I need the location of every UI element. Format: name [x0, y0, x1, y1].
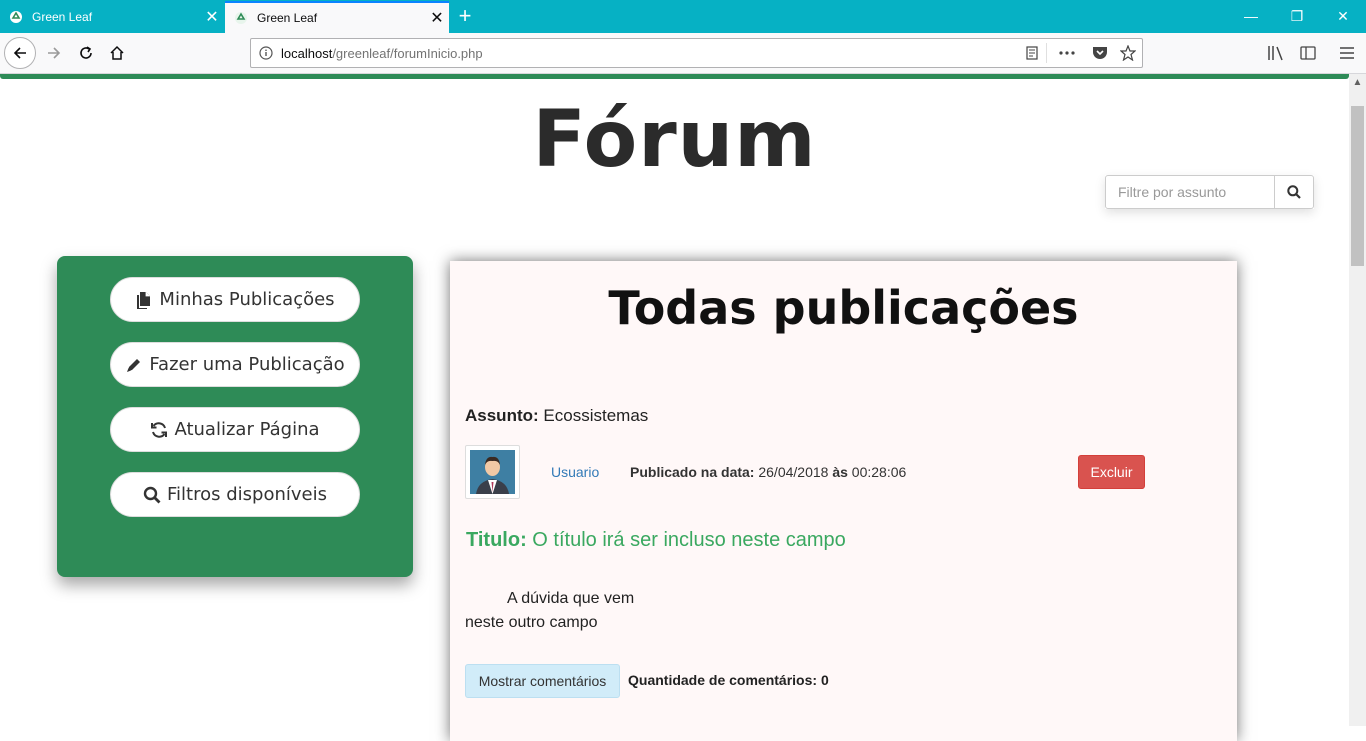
publications-heading: Todas publicações: [608, 281, 1079, 335]
scroll-thumb[interactable]: [1351, 106, 1364, 266]
publish-time-value: 00:28:06: [851, 464, 907, 480]
address-bar[interactable]: localhost/greenleaf/forumInicio.php: [250, 38, 1143, 68]
page-title: Fórum: [532, 95, 817, 185]
hamburger-menu-icon[interactable]: [1335, 41, 1359, 65]
forward-arrow-icon[interactable]: [38, 37, 70, 69]
my-publications-label: Minhas Publicações: [159, 289, 335, 310]
user-avatar: [465, 445, 520, 499]
scroll-up-arrow-icon[interactable]: ▲: [1349, 74, 1366, 91]
search-icon: [1287, 185, 1301, 199]
comments-count-value: 0: [820, 672, 829, 688]
tab-bar: Green Leaf ✕ Green Leaf ✕ + — ❐ ✕: [0, 0, 1366, 33]
tab-close-icon[interactable]: ✕: [425, 8, 449, 28]
subject-label: Assunto:: [465, 406, 539, 425]
post-body-line-1: A dúvida que vem: [507, 590, 635, 607]
recycle-favicon-icon: [8, 9, 24, 25]
url-text[interactable]: localhost/greenleaf/forumInicio.php: [281, 46, 1018, 61]
new-publication-label: Fazer uma Publicação: [149, 354, 345, 375]
publications-panel: Todas publicações Assunto: Ecossistemas …: [450, 261, 1237, 741]
subject-filter-input[interactable]: [1105, 175, 1275, 209]
bookmark-star-icon[interactable]: [1114, 45, 1142, 61]
available-filters-label: Filtros disponíveis: [167, 484, 327, 505]
new-tab-plus-icon[interactable]: +: [452, 4, 478, 30]
minimize-icon[interactable]: —: [1228, 0, 1274, 33]
new-publication-button[interactable]: Fazer uma Publicação: [110, 342, 360, 387]
tab-green-leaf-1[interactable]: Green Leaf ✕: [0, 0, 224, 33]
published-label: Publicado na data:: [630, 464, 755, 480]
file-icon: [137, 291, 151, 309]
reader-view-icon[interactable]: [1018, 46, 1046, 60]
site-info-icon[interactable]: [251, 46, 281, 60]
refresh-icon: [151, 421, 168, 438]
comments-count-label: Quantidade de comentários:: [628, 672, 818, 688]
user-avatar-image: [470, 450, 515, 494]
restore-icon[interactable]: ❐: [1274, 0, 1320, 33]
post-author-link[interactable]: Usuario: [551, 464, 599, 480]
title-label: Titulo:: [466, 529, 527, 551]
delete-post-button[interactable]: Excluir: [1078, 455, 1145, 489]
recycle-favicon-icon: [233, 10, 249, 26]
tab-label: Green Leaf: [32, 9, 93, 24]
subject-value: Ecossistemas: [543, 406, 649, 425]
window-close-icon[interactable]: ✕: [1320, 0, 1366, 33]
show-comments-button[interactable]: Mostrar comentários: [465, 664, 620, 698]
page-scrollbar[interactable]: ▲: [1349, 74, 1366, 726]
refresh-page-label: Atualizar Página: [174, 419, 320, 440]
publish-date-value: 26/04/2018: [758, 464, 829, 480]
pocket-icon[interactable]: [1086, 46, 1114, 60]
search-button[interactable]: [1275, 175, 1314, 209]
post-body-line-2: neste outro campo: [465, 614, 598, 631]
home-icon[interactable]: [101, 37, 133, 69]
available-filters-button[interactable]: Filtros disponíveis: [110, 472, 360, 517]
page-actions-icon[interactable]: [1046, 43, 1086, 63]
refresh-page-button[interactable]: Atualizar Página: [110, 407, 360, 452]
header-accent-line: [0, 74, 1349, 79]
title-value: O título irá ser incluso neste campo: [532, 529, 846, 551]
comments-count: Quantidade de comentários: 0: [628, 672, 829, 688]
sidebar-toggle-icon[interactable]: [1296, 41, 1320, 65]
at-label: às: [832, 464, 848, 480]
library-icon[interactable]: [1264, 41, 1288, 65]
url-host: localhost: [281, 45, 333, 61]
post-subject: Assunto: Ecossistemas: [465, 406, 648, 426]
subject-filter: [1105, 175, 1314, 209]
post-body: A dúvida que vem neste outro campo: [465, 587, 634, 635]
back-arrow-icon[interactable]: [4, 37, 36, 69]
search-icon: [143, 486, 161, 503]
navigation-toolbar: localhost/greenleaf/forumInicio.php: [0, 33, 1366, 74]
tab-close-icon[interactable]: ✕: [200, 7, 224, 27]
tab-label: Green Leaf: [257, 11, 318, 25]
forum-sidebar: Minhas Publicações Fazer uma Publicação …: [57, 256, 413, 577]
reload-icon[interactable]: [70, 37, 102, 69]
my-publications-button[interactable]: Minhas Publicações: [110, 277, 360, 322]
post-publish-date: Publicado na data: 26/04/2018 às 00:28:0…: [630, 464, 906, 480]
pencil-icon: [127, 358, 141, 372]
post-title: Titulo: O título irá ser incluso neste c…: [466, 529, 846, 552]
url-path: /greenleaf/forumInicio.php: [332, 45, 483, 61]
tab-green-leaf-2[interactable]: Green Leaf ✕: [225, 1, 449, 33]
